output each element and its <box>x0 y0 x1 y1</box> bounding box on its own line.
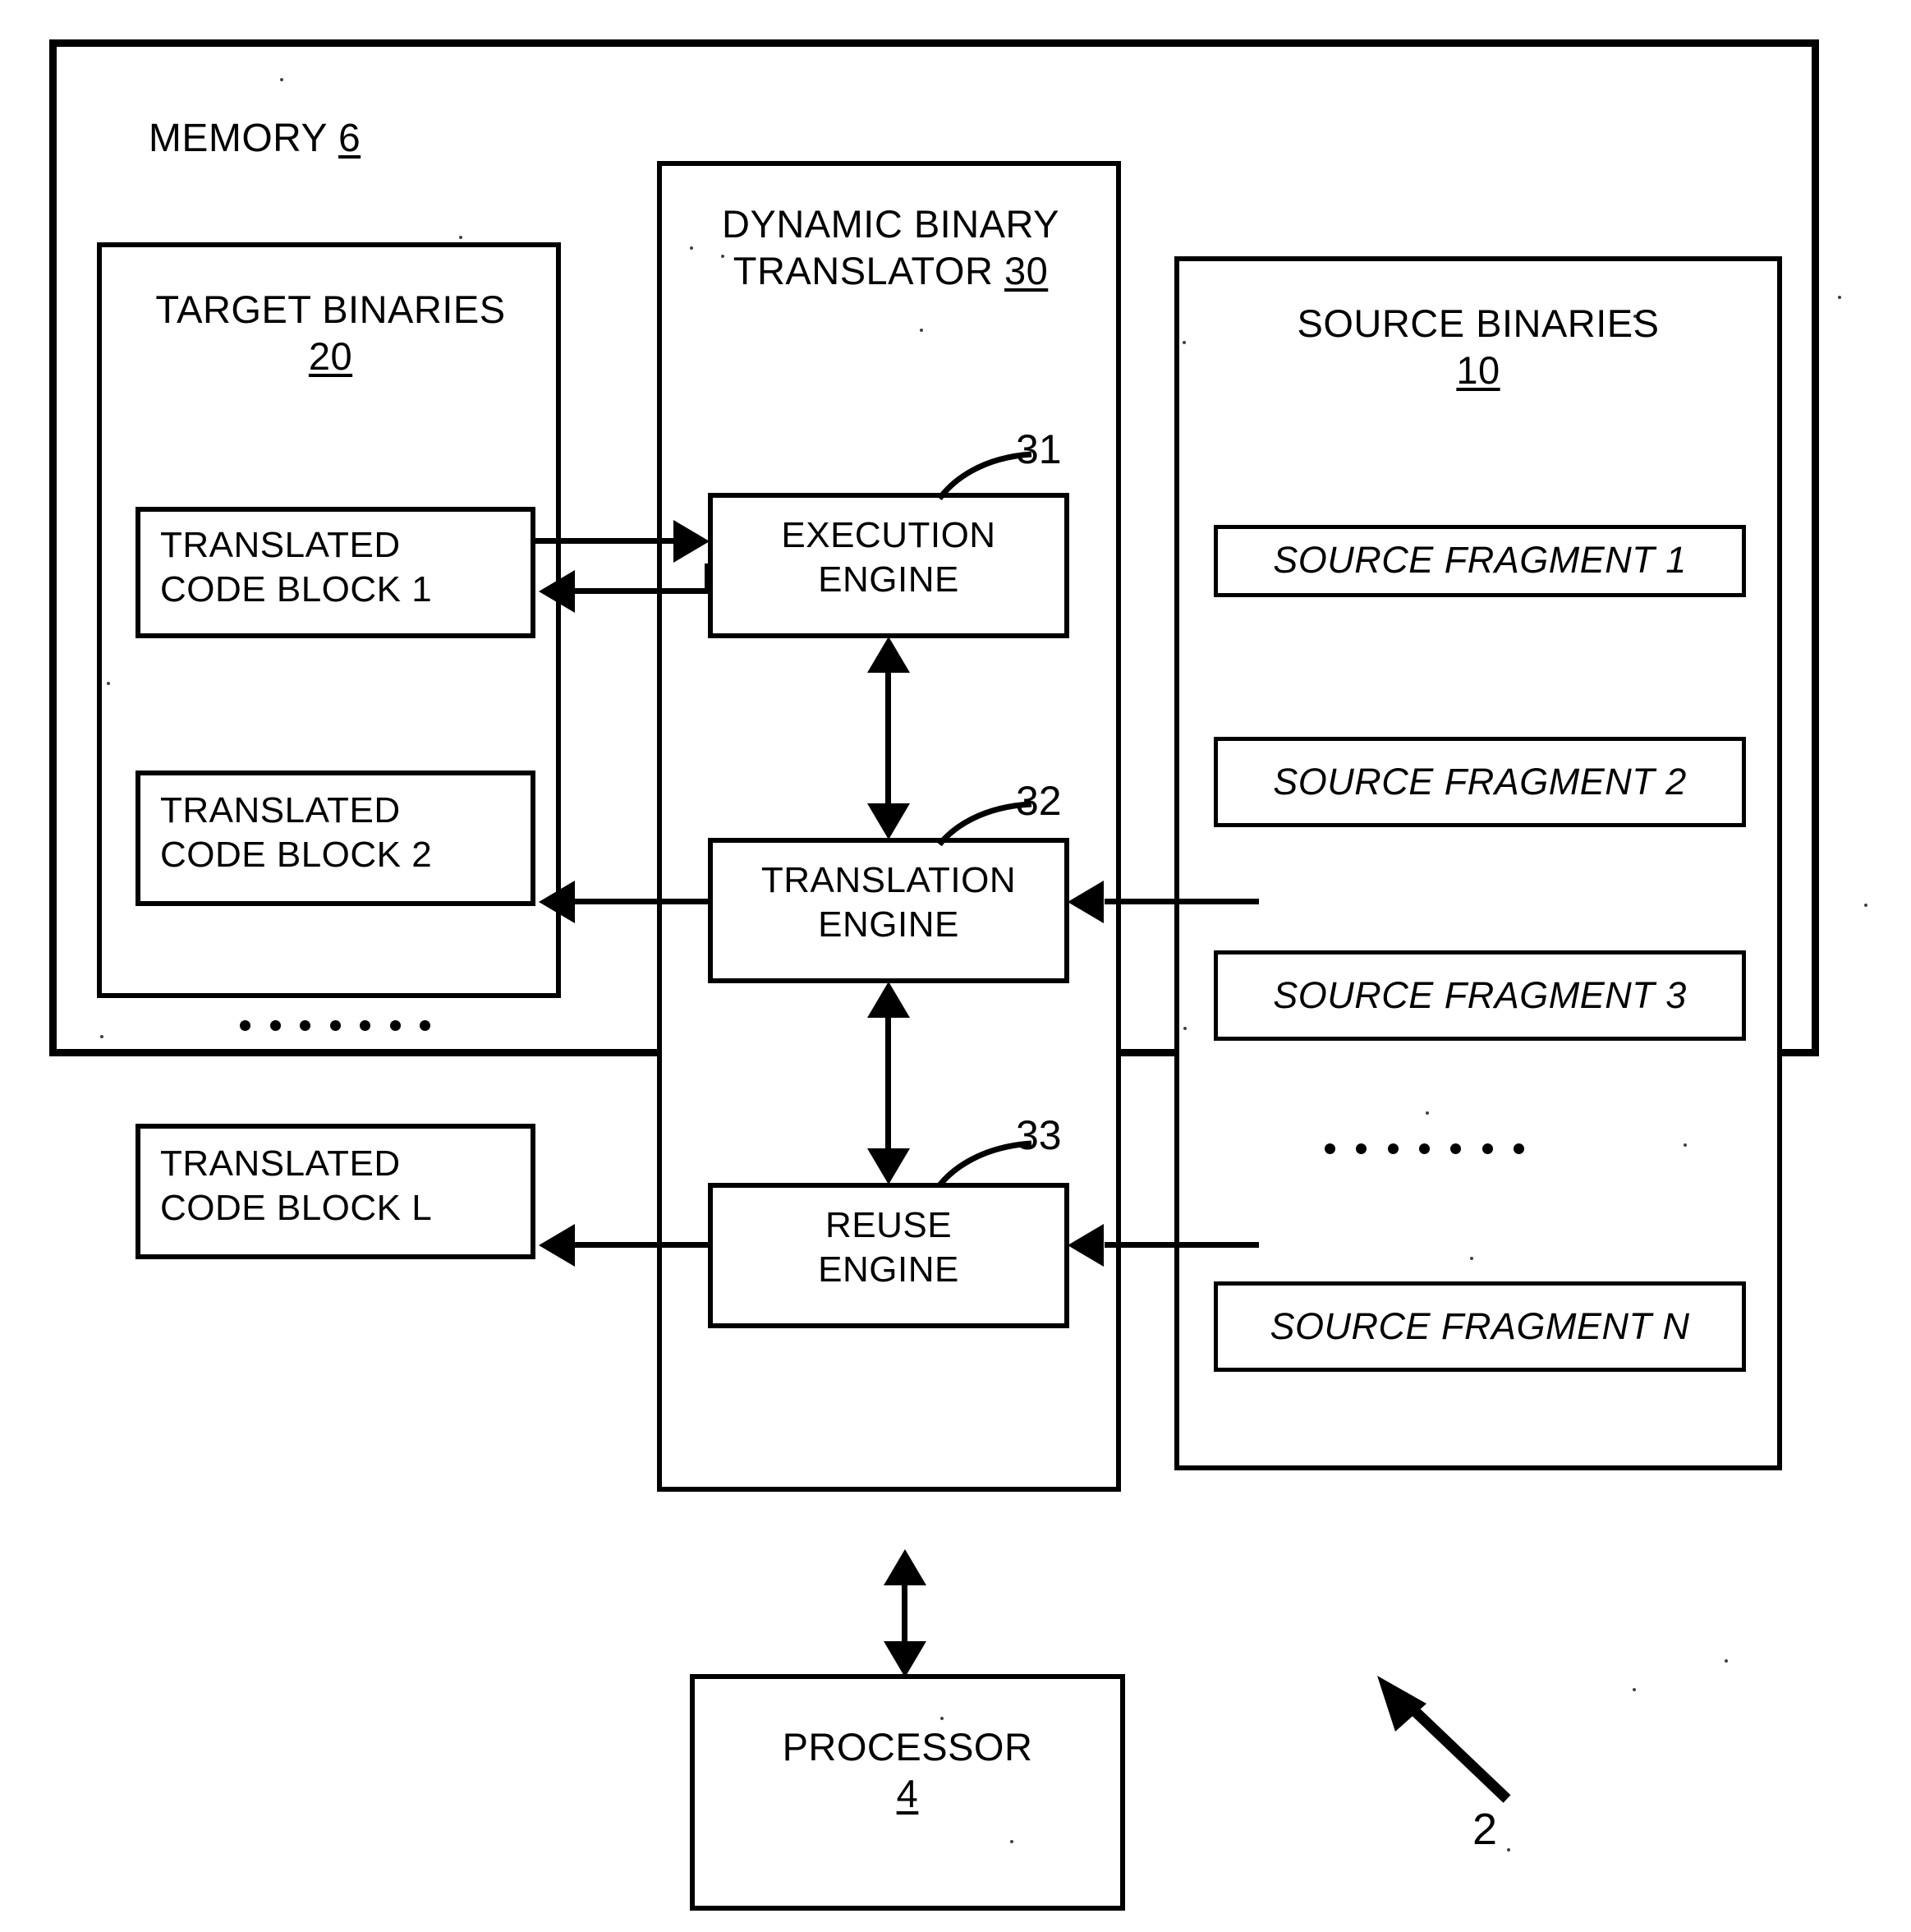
connector-translation-to-target <box>575 899 710 904</box>
scan-speck <box>1183 341 1186 344</box>
target-binaries-title: TARGET BINARIES 20 <box>155 288 506 379</box>
scan-speck <box>690 246 693 250</box>
ellipsis-dot <box>1481 1143 1493 1154</box>
ellipsis-dot <box>269 1019 281 1031</box>
scan-speck <box>940 1717 944 1720</box>
execution-engine-label: EXECUTION ENGINE <box>781 515 996 600</box>
translator-ref: 30 <box>1004 249 1049 293</box>
ellipsis-dot <box>1418 1143 1430 1154</box>
ellipsis-dot <box>1450 1143 1462 1154</box>
connector-target-to-execution <box>535 538 677 544</box>
target-binaries-ref: 20 <box>308 334 353 379</box>
ellipsis-dot <box>240 1019 250 1031</box>
scan-speck <box>1684 1143 1687 1147</box>
arrowhead-left-to-target-1 <box>539 570 575 613</box>
scan-speck <box>1183 1027 1187 1030</box>
scan-speck <box>100 1035 103 1038</box>
scan-speck <box>1838 296 1841 299</box>
reuse-engine-label: REUSE ENGINE <box>818 1205 959 1290</box>
translated-code-block-1-label: TRANSLATED CODE BLOCK 1 <box>160 525 433 610</box>
scan-speck <box>721 255 724 258</box>
scan-speck <box>1633 315 1637 318</box>
connector-translation-reuse <box>885 994 891 1173</box>
dynamic-binary-translator-title: DYNAMIC BINARY TRANSLATOR 30 <box>722 202 1059 293</box>
processor-label: PROCESSOR 4 <box>782 1725 1033 1816</box>
ellipsis-dot <box>360 1019 370 1031</box>
arrowhead-left-to-target-2 <box>539 881 575 923</box>
scan-speck <box>1725 1659 1728 1663</box>
ellipsis-dot <box>1325 1143 1335 1154</box>
translation-engine-leader-line <box>937 801 1032 847</box>
ellipsis-dot <box>420 1019 430 1031</box>
processor-ref: 4 <box>896 1772 919 1816</box>
source-fragment-1-label: SOURCE FRAGMENT 1 <box>1273 539 1687 581</box>
scan-speck <box>459 236 462 239</box>
arrowhead-left-to-reuse <box>1068 1224 1104 1267</box>
execution-engine-leader-line <box>937 451 1032 501</box>
memory-ref: 6 <box>338 117 361 160</box>
scan-speck <box>1470 1257 1473 1260</box>
arrowhead-down-to-reuse <box>867 1148 910 1184</box>
source-fragment-n-label: SOURCE FRAGMENT N <box>1270 1305 1690 1347</box>
arrowhead-left-to-translation <box>1068 881 1104 923</box>
scan-speck <box>107 682 110 685</box>
arrowhead-up-to-memory <box>884 1549 926 1585</box>
ellipsis-dot <box>1513 1143 1524 1154</box>
source-fragment-3-label: SOURCE FRAGMENT 3 <box>1273 974 1687 1016</box>
source-binaries-ellipsis <box>1325 1142 1524 1155</box>
source-binaries-title: SOURCE BINARIES 10 <box>1297 301 1660 393</box>
arrowhead-up-to-translation <box>867 982 910 1018</box>
translation-engine-label: TRANSLATION ENGINE <box>760 860 1017 945</box>
target-binaries-ellipsis <box>240 1019 430 1032</box>
system-reference-number: 2 <box>1472 1805 1498 1854</box>
scan-speck <box>920 329 923 332</box>
scan-speck <box>1426 1111 1429 1115</box>
ellipsis-dot <box>329 1019 341 1031</box>
scan-speck <box>1010 1840 1013 1843</box>
ellipsis-dot <box>300 1019 310 1031</box>
translator-title-line2: TRANSLATOR <box>733 249 994 293</box>
scan-speck <box>1633 1688 1636 1691</box>
translated-code-block-l-label: TRANSLATED CODE BLOCK L <box>160 1143 433 1228</box>
patent-figure: MEMORY 6 TARGET BINARIES 20 TRANSLATED CO… <box>0 0 1911 1932</box>
connector-reuse-to-target <box>575 1242 710 1248</box>
arrowhead-right-to-execution <box>673 520 710 563</box>
translated-code-block-2-label: TRANSLATED CODE BLOCK 2 <box>160 790 433 875</box>
arrowhead-down-to-translation <box>867 803 910 840</box>
memory-title: MEMORY 6 <box>148 117 361 160</box>
arrowhead-up-to-execution <box>867 637 910 673</box>
ellipsis-dot <box>1387 1143 1399 1154</box>
system-reference-arrow <box>1377 1676 1511 1803</box>
scan-speck <box>1864 904 1867 907</box>
connector-execution-drop <box>705 564 710 591</box>
ellipsis-dot <box>389 1019 401 1031</box>
reuse-engine-leader-line <box>937 1140 1032 1188</box>
connector-source-to-translation <box>1105 899 1259 904</box>
source-fragment-2-label: SOURCE FRAGMENT 2 <box>1273 761 1687 803</box>
scan-speck <box>280 78 283 81</box>
arrowhead-left-to-target-3 <box>539 1224 575 1267</box>
connector-execution-translation <box>885 649 891 828</box>
scan-speck <box>1507 1848 1510 1852</box>
connector-execution-to-target <box>575 588 710 594</box>
arrowhead-down-to-processor <box>884 1641 926 1677</box>
source-binaries-ref: 10 <box>1456 348 1500 393</box>
connector-source-to-reuse <box>1105 1242 1259 1248</box>
ellipsis-dot <box>1356 1143 1367 1154</box>
